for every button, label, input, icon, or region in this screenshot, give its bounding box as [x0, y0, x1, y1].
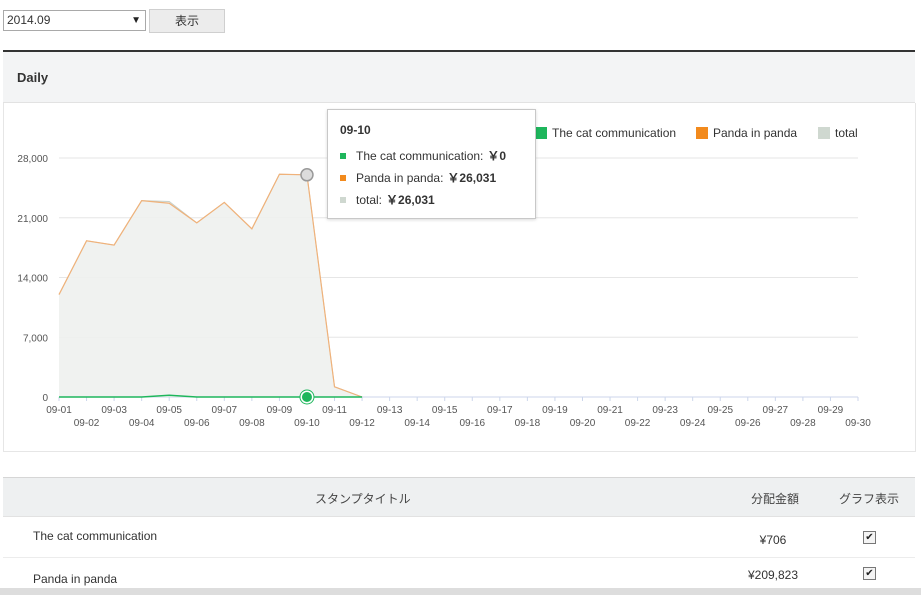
x-tick-label: 09-30: [845, 418, 871, 429]
y-tick-label: 14,000: [17, 274, 48, 285]
x-tick-label: 09-07: [212, 405, 238, 416]
x-tick-label: 09-12: [349, 418, 375, 429]
x-tick-label: 09-28: [790, 418, 816, 429]
legend-item-panda[interactable]: Panda in panda: [696, 126, 797, 140]
x-tick-label: 09-03: [101, 405, 127, 416]
daily-chart: 07,00014,00021,00028,00009-0109-0209-030…: [17, 154, 871, 429]
x-tick-label: 09-01: [46, 405, 72, 416]
tooltip-swatch-panda: [340, 174, 346, 181]
graph-checkbox[interactable]: ✔: [863, 531, 876, 544]
y-tick-label: 0: [42, 393, 48, 404]
x-tick-label: 09-25: [707, 405, 733, 416]
y-tick-label: 28,000: [17, 154, 48, 165]
legend-swatch-cat: [535, 126, 547, 139]
x-tick-label: 09-26: [735, 418, 761, 429]
row-amount: ¥209,823: [747, 568, 799, 582]
graph-checkbox[interactable]: ✔: [863, 567, 876, 580]
bottom-scroll-edge: [0, 588, 921, 595]
x-tick-label: 09-19: [542, 405, 568, 416]
header-graph-display: グラフ表示: [839, 492, 900, 506]
x-tick-label: 09-18: [515, 418, 541, 429]
y-tick-label: 21,000: [17, 214, 48, 225]
y-tick-label: 7,000: [23, 333, 48, 344]
x-tick-label: 09-11: [322, 405, 347, 416]
tooltip-swatch-cat: [340, 152, 346, 159]
hover-marker-total: [300, 168, 314, 182]
tooltip-label-total: total:: [356, 193, 383, 207]
x-tick-label: 09-22: [625, 418, 651, 429]
legend-swatch-total: [818, 126, 830, 139]
tooltip-value-panda: ￥26,031: [447, 171, 497, 185]
x-tick-label: 09-08: [239, 418, 265, 429]
hover-marker-cat: [299, 390, 314, 404]
x-tick-label: 09-02: [74, 418, 100, 429]
tooltip-value-total: ￥26,031: [386, 193, 435, 207]
x-tick-label: 09-14: [404, 418, 430, 429]
legend-item-total[interactable]: total: [818, 126, 858, 140]
x-tick-label: 09-06: [184, 418, 210, 429]
tooltip-date: 09-10: [340, 123, 371, 137]
row-stamp-title: Panda in panda: [33, 572, 118, 586]
x-tick-label: 09-20: [570, 418, 596, 429]
x-tick-label: 09-16: [459, 418, 485, 429]
x-tick-label: 09-29: [818, 405, 844, 416]
x-tick-label: 09-27: [763, 405, 789, 416]
header-amount: 分配金額: [751, 492, 800, 506]
x-tick-label: 09-10: [294, 418, 320, 429]
x-tick-label: 09-23: [652, 405, 678, 416]
x-tick-label: 09-13: [377, 405, 403, 416]
x-tick-label: 09-09: [267, 405, 293, 416]
tooltip-value-cat: ￥0: [487, 149, 507, 163]
tooltip-swatch-total: [340, 196, 346, 203]
chart-tooltip: 09-10 The cat communication: ￥0 Panda in …: [327, 109, 536, 219]
row-stamp-title: The cat communication: [33, 529, 158, 543]
table-header: スタンプタイトル 分配金額 グラフ表示: [3, 477, 915, 517]
tooltip-row-panda: Panda in panda: ￥26,031: [340, 170, 496, 186]
table-row: Panda in panda ¥209,823 ✔: [3, 558, 915, 591]
x-tick-label: 09-04: [129, 418, 155, 429]
x-tick-label: 09-05: [156, 405, 182, 416]
legend-label-total: total: [835, 126, 858, 140]
series-area-total: [59, 174, 363, 397]
stamp-table: スタンプタイトル 分配金額 グラフ表示 The cat communicatio…: [3, 477, 915, 591]
legend-label-panda: Panda in panda: [713, 126, 798, 140]
x-tick-label: 09-21: [597, 405, 623, 416]
x-tick-label: 09-15: [432, 405, 458, 416]
x-tick-label: 09-24: [680, 418, 706, 429]
tooltip-row-total: total: ￥26,031: [340, 192, 435, 208]
table-row: The cat communication ¥706 ✔: [3, 517, 915, 558]
header-stamp-title: スタンプタイトル: [315, 492, 411, 506]
row-amount: ¥706: [759, 533, 787, 547]
legend-swatch-panda: [696, 126, 708, 139]
x-tick-label: 09-17: [487, 405, 513, 416]
tooltip-label-cat: The cat communication:: [356, 149, 484, 163]
legend-item-cat[interactable]: The cat communication: [535, 126, 676, 140]
tooltip-label-panda: Panda in panda:: [356, 171, 444, 185]
tooltip-row-cat: The cat communication: ￥0: [340, 148, 506, 164]
legend-label-cat: The cat communication: [552, 126, 677, 140]
